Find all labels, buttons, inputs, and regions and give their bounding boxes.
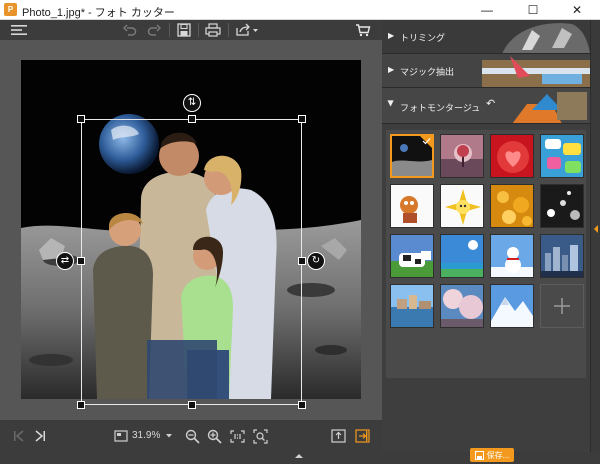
zoom-dropdown-icon[interactable] [164, 426, 174, 446]
crop-handle-bottom[interactable] [188, 401, 196, 409]
crop-handle-bottom-left[interactable] [77, 401, 85, 409]
thumbnail-dark-lights[interactable] [540, 184, 584, 228]
thumbnail-comic-speech[interactable] [540, 134, 584, 178]
thumbnail-cherry-blossom[interactable] [440, 284, 484, 328]
bottom-bar: 31.9% [0, 420, 382, 452]
add-background-button[interactable] [540, 284, 584, 328]
close-button[interactable]: ✕ [554, 0, 600, 20]
print-icon[interactable] [204, 20, 222, 40]
save-montage-button[interactable]: 保存... [470, 448, 514, 462]
rotate-icon[interactable]: ↻ [307, 252, 325, 270]
section-photo-montage[interactable]: ▶ フォトモンタージュ ↶ [382, 88, 590, 124]
section-label: フォトモンタージュ [400, 103, 481, 113]
crop-handle-top-right[interactable] [298, 115, 306, 123]
expand-bottom-icon[interactable] [294, 446, 304, 458]
toolbar-divider [169, 23, 170, 37]
actual-size-icon[interactable] [229, 426, 245, 446]
undo-icon[interactable] [122, 20, 138, 40]
chevron-right-icon: ▶ [388, 31, 395, 40]
flip-vertical-icon[interactable]: ⇅ [183, 94, 201, 112]
thumbnail-fox-cartoon[interactable] [390, 184, 434, 228]
title-bar: P Photo_1.jpg* - フォト カッター — ☐ ✕ [0, 0, 600, 20]
thumbnail-beach-sky[interactable] [440, 234, 484, 278]
toolbar-divider [198, 23, 199, 37]
section-label: マジック抽出 [400, 67, 455, 77]
plus-icon [554, 298, 570, 314]
background-gallery: 保存... [386, 130, 586, 462]
section-trimming[interactable]: ▶ トリミング [382, 20, 590, 54]
crop-handle-right[interactable] [298, 257, 306, 265]
toolbar [0, 20, 382, 40]
thumbnail-city-skyline[interactable] [540, 234, 584, 278]
fit-screen-icon[interactable] [113, 426, 129, 446]
flip-horizontal-icon[interactable]: ⇄ [56, 252, 74, 270]
thumbnail-cow-field[interactable] [390, 234, 434, 278]
maximize-button[interactable]: ☐ [510, 0, 556, 20]
chevron-down-icon: ▶ [386, 100, 396, 107]
thumbnail-bee-cartoon[interactable] [440, 184, 484, 228]
redo-icon[interactable] [146, 20, 162, 40]
window-title: Photo_1.jpg* - フォト カッター [22, 7, 175, 19]
section-label: トリミング [400, 33, 446, 43]
zoom-out-icon[interactable] [184, 426, 200, 446]
first-page-icon[interactable] [12, 426, 26, 446]
toolbar-divider [228, 23, 229, 37]
thumbnail-tree-sunset[interactable] [440, 134, 484, 178]
section-magic-extract[interactable]: ▶ マジック抽出 [382, 54, 590, 88]
zoom-in-icon[interactable] [206, 426, 222, 446]
save-button-label: 保存... [486, 450, 510, 460]
crop-frame[interactable] [81, 119, 302, 405]
thumbnail-snowman[interactable] [490, 234, 534, 278]
crop-handle-left[interactable] [77, 257, 85, 265]
cart-icon[interactable] [354, 20, 372, 40]
zoom-level[interactable]: 31.9% [132, 430, 160, 441]
app-icon: P [4, 3, 17, 16]
save-icon[interactable] [176, 20, 192, 40]
import-icon[interactable] [354, 426, 370, 446]
thumbnail-red-heart[interactable] [490, 134, 534, 178]
crop-handle-bottom-right[interactable] [298, 401, 306, 409]
chevron-right-icon: ▶ [388, 65, 395, 74]
next-page-icon[interactable] [33, 426, 47, 446]
export-icon[interactable] [330, 426, 346, 446]
minimize-button[interactable]: — [464, 0, 510, 20]
collapse-arrow-icon [594, 225, 598, 233]
thumbnail-venice[interactable] [390, 284, 434, 328]
crop-handle-top-left[interactable] [77, 115, 85, 123]
menu-icon[interactable] [10, 20, 28, 40]
thumbnail-gold-bokeh[interactable] [490, 184, 534, 228]
crop-handle-top[interactable] [188, 115, 196, 123]
side-collapse-handle[interactable] [590, 20, 600, 452]
undo-arrow-icon[interactable]: ↶ [486, 97, 495, 110]
thumbnail-moon[interactable] [390, 134, 434, 178]
share-icon[interactable] [234, 20, 260, 40]
fit-icon[interactable] [252, 426, 268, 446]
thumbnail-snowy-mountain[interactable] [490, 284, 534, 328]
right-panel: ▶ トリミング ▶ マジック抽出 ▶ フォトモンタージュ ↶ 保存... [382, 20, 590, 462]
